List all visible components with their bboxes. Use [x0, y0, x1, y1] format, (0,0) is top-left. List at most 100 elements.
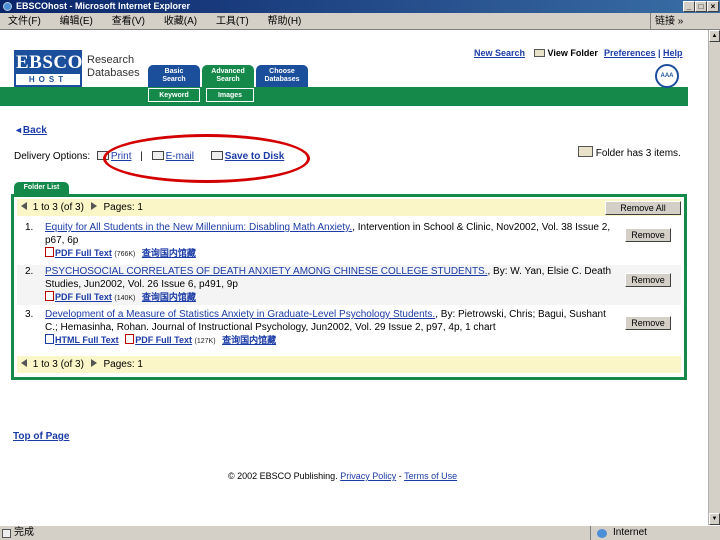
- maximize-icon[interactable]: □: [695, 1, 707, 12]
- logo-bottom: HOST: [16, 74, 80, 85]
- file-size: (140K): [114, 295, 136, 302]
- menu-help[interactable]: 帮助(H): [260, 13, 310, 30]
- list-item: 1. Equity for All Students in the New Mi…: [17, 221, 681, 261]
- tab-basic-search[interactable]: Basic Search: [148, 65, 200, 87]
- status-text: 完成: [14, 527, 34, 538]
- ebsco-logo[interactable]: EBSCO HOST: [14, 50, 82, 87]
- subnav-bar: [0, 87, 688, 106]
- pdf-label: PDF Full Text: [135, 335, 193, 345]
- annotation-circle: [103, 134, 310, 183]
- menu-view[interactable]: 查看(V): [104, 13, 153, 30]
- privacy-policy-link[interactable]: Privacy Policy: [340, 471, 396, 481]
- list-item: 3. Development of a Measure of Statistic…: [17, 308, 681, 350]
- pager-range: 1 to 3: [32, 359, 58, 370]
- links-toolbar[interactable]: 链接 »: [650, 13, 720, 30]
- help-link[interactable]: Help: [663, 48, 683, 58]
- remove-button[interactable]: Remove: [625, 228, 671, 242]
- pdf-link[interactable]: PDF Full Text: [45, 291, 112, 302]
- pager-top: 1 to 3 (of 3) Pages: 1 Remove All: [17, 199, 681, 216]
- pager-pages: Pages: 1: [103, 202, 143, 213]
- pager-total: (of 3): [60, 202, 84, 213]
- holdings-link[interactable]: 查询国内馆藏: [142, 292, 196, 302]
- help-separator: |: [658, 48, 661, 58]
- remove-all-button[interactable]: Remove All: [605, 201, 681, 215]
- subtab-images[interactable]: Images: [206, 88, 254, 102]
- record-title-link[interactable]: Equity for All Students in the New Mille…: [45, 222, 352, 233]
- subtab-keyword[interactable]: Keyword: [148, 88, 200, 102]
- pdf-label: PDF Full Text: [55, 248, 112, 258]
- tab-advanced-search[interactable]: Advanced Search: [202, 65, 254, 87]
- record-body: PSYCHOSOCIAL CORRELATES OF DEATH ANXIETY…: [45, 265, 617, 305]
- html-link[interactable]: HTML Full Text: [45, 334, 119, 345]
- pdf-label: PDF Full Text: [55, 292, 112, 302]
- record-title-link[interactable]: PSYCHOSOCIAL CORRELATES OF DEATH ANXIETY…: [45, 266, 488, 277]
- menu-file[interactable]: 文件(F): [0, 13, 49, 30]
- html-label: HTML Full Text: [55, 335, 119, 345]
- menu-edit[interactable]: 编辑(E): [52, 13, 101, 30]
- record-title-link[interactable]: Development of a Measure of Statistics A…: [45, 309, 435, 320]
- back-link[interactable]: ◄Back: [14, 125, 47, 136]
- menu-tools[interactable]: 工具(T): [208, 13, 257, 30]
- folder-icon: [534, 49, 545, 57]
- pager-pages: Pages: 1: [103, 359, 143, 370]
- back-label: Back: [22, 125, 47, 136]
- record-fulltext-links: HTML Full Text PDF Full Text (127K) 查询国内…: [45, 334, 617, 348]
- pdf-link[interactable]: PDF Full Text: [45, 247, 112, 258]
- preferences-link[interactable]: Preferences: [604, 48, 656, 58]
- close-icon[interactable]: ×: [707, 1, 719, 12]
- record-body: Development of a Measure of Statistics A…: [45, 308, 617, 348]
- list-item: 2. PSYCHOSOCIAL CORRELATES OF DEATH ANXI…: [17, 265, 681, 305]
- menu-favorites[interactable]: 收藏(A): [156, 13, 205, 30]
- menu-bar: 文件(F) 编辑(E) 查看(V) 收藏(A) 工具(T) 帮助(H) 链接 »: [0, 13, 720, 30]
- file-size: (127K): [194, 338, 216, 345]
- tab-label: Choose: [269, 68, 295, 75]
- record-number: 3.: [25, 309, 34, 320]
- product-line1: Research: [87, 54, 135, 66]
- scroll-down-icon[interactable]: ▼: [709, 513, 720, 525]
- product-line2: Databases: [87, 67, 140, 79]
- holdings-link[interactable]: 查询国内馆藏: [142, 248, 196, 258]
- new-search-link[interactable]: New Search: [474, 48, 525, 58]
- top-of-page-link[interactable]: Top of Page: [13, 431, 69, 442]
- tab-label: Basic: [164, 68, 184, 75]
- minimize-icon[interactable]: _: [683, 1, 695, 12]
- remove-button[interactable]: Remove: [625, 316, 671, 330]
- record-body: Equity for All Students in the New Mille…: [45, 221, 617, 261]
- tab-label: Search: [216, 76, 240, 83]
- prev-arrow-icon[interactable]: [21, 202, 27, 210]
- delivery-label: Delivery Options:: [14, 151, 91, 162]
- back-arrow-icon: ◄: [14, 125, 23, 135]
- view-folder-label: View Folder: [547, 48, 598, 58]
- status-bar: 完成 Internet: [0, 525, 720, 540]
- scroll-up-icon[interactable]: ▲: [709, 30, 720, 42]
- security-zone: Internet: [590, 526, 708, 540]
- product-name: Research Databases: [87, 54, 151, 80]
- tab-label: Advanced: [211, 68, 245, 75]
- tab-choose-databases[interactable]: Choose Databases: [256, 65, 308, 87]
- holdings-link[interactable]: 查询国内馆藏: [222, 335, 276, 345]
- vertical-scrollbar[interactable]: ▲ ▼: [708, 30, 720, 525]
- folder-list-tab: Folder List: [14, 182, 69, 194]
- copyright-text: © 2002 EBSCO Publishing.: [228, 471, 338, 481]
- record-fulltext-links: PDF Full Text (766K) 查询国内馆藏: [45, 247, 617, 261]
- view-folder-link[interactable]: View Folder: [534, 48, 598, 58]
- logo-top: EBSCO: [16, 52, 83, 74]
- terms-of-use-link[interactable]: Terms of Use: [404, 471, 457, 481]
- folder-icon: [578, 146, 593, 157]
- record-fulltext-links: PDF Full Text (140K) 查询国内馆藏: [45, 291, 617, 305]
- pdf-link[interactable]: PDF Full Text: [125, 334, 193, 345]
- next-arrow-icon[interactable]: [90, 202, 97, 210]
- next-arrow-icon[interactable]: [90, 359, 97, 367]
- page-viewport: EBSCO HOST Research Databases Basic Sear…: [0, 30, 708, 525]
- accessibility-icon[interactable]: AAA: [655, 64, 679, 88]
- pdf-icon: [45, 247, 54, 257]
- window-titlebar: EBSCOhost - Microsoft Internet Explorer …: [0, 0, 720, 13]
- folder-status-text: Folder has 3 items.: [595, 148, 681, 159]
- pager-bottom: 1 to 3 (of 3) Pages: 1: [17, 356, 681, 373]
- record-number: 2.: [25, 266, 34, 277]
- zone-label: Internet: [613, 527, 647, 538]
- remove-button[interactable]: Remove: [625, 273, 671, 287]
- prev-arrow-icon[interactable]: [21, 359, 27, 367]
- folder-status: Folder has 3 items.: [578, 146, 681, 159]
- folder-list-panel: 1 to 3 (of 3) Pages: 1 Remove All 1. Equ…: [11, 194, 687, 380]
